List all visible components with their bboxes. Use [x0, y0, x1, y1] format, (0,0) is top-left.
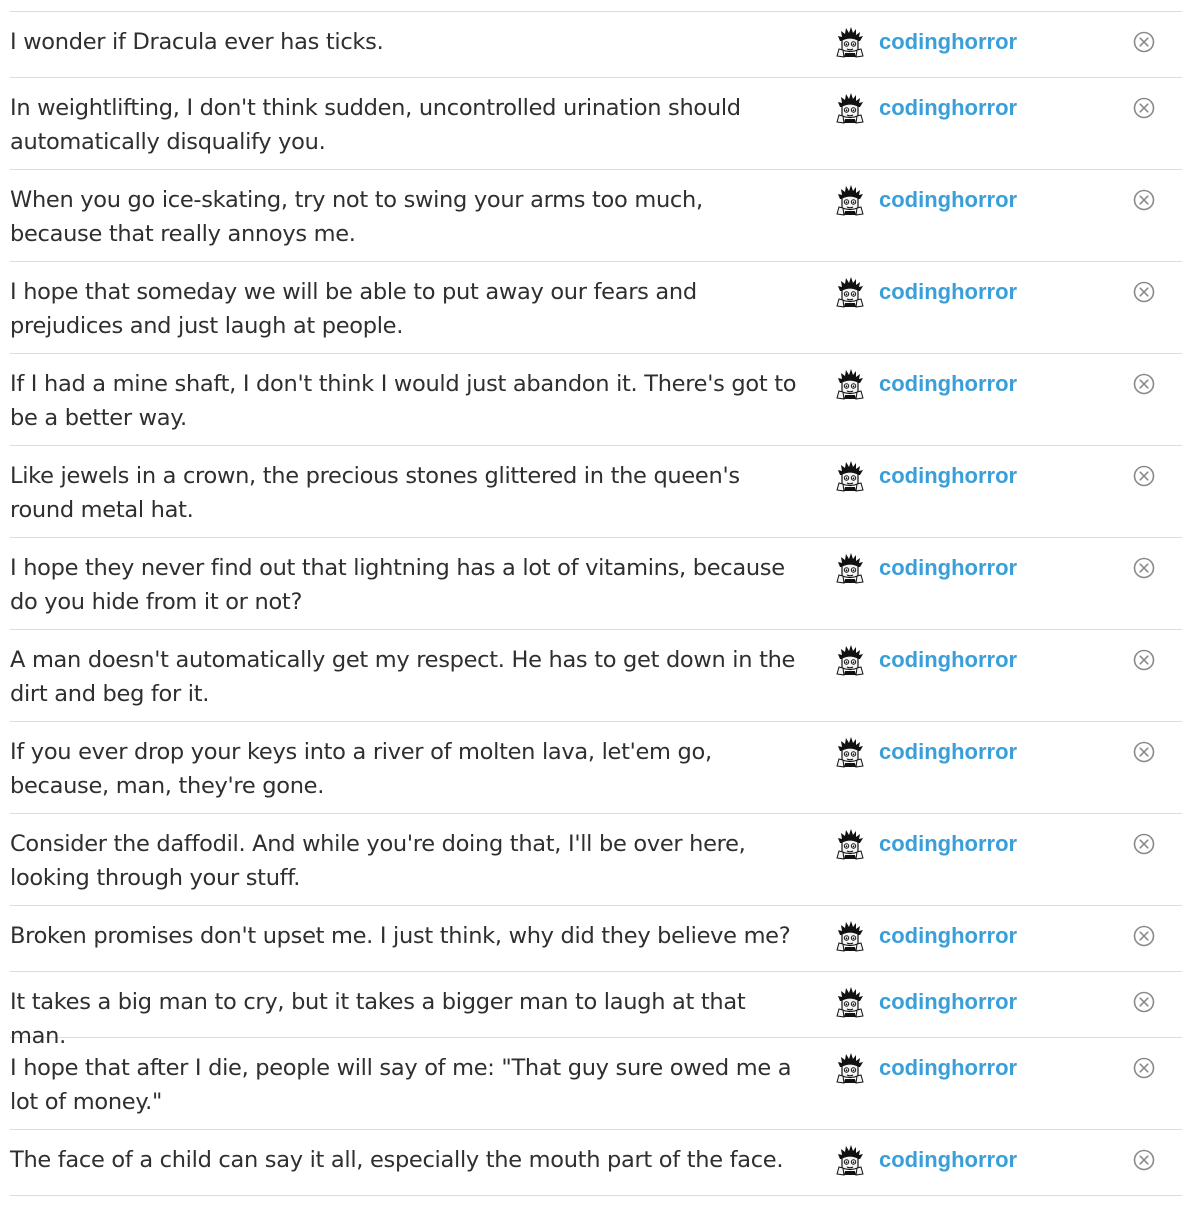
list-item: If you ever drop your keys into a river … [10, 722, 1182, 814]
user-link[interactable]: codinghorror [834, 184, 1017, 216]
username[interactable]: codinghorror [879, 371, 1017, 397]
username[interactable]: codinghorror [879, 555, 1017, 581]
quote-text: I hope they never find out that lightnin… [10, 555, 785, 615]
avatar-icon [834, 552, 866, 584]
user-link[interactable]: codinghorror [834, 276, 1017, 308]
remove-icon[interactable] [1132, 740, 1156, 764]
avatar-icon [834, 828, 866, 860]
remove-icon[interactable] [1132, 464, 1156, 488]
remove-icon[interactable] [1132, 372, 1156, 396]
avatar-icon [834, 920, 866, 952]
avatar-icon [834, 184, 866, 216]
list-item: A man doesn't automatically get my respe… [10, 630, 1182, 722]
quote-text: Broken promises don't upset me. I just t… [10, 923, 791, 949]
quote-list: I wonder if Dracula ever has ticks. codi… [10, 11, 1182, 1196]
user-link[interactable]: codinghorror [834, 368, 1017, 400]
remove-icon[interactable] [1132, 1056, 1156, 1080]
username[interactable]: codinghorror [879, 463, 1017, 489]
remove-icon[interactable] [1132, 648, 1156, 672]
remove-icon[interactable] [1132, 1148, 1156, 1172]
avatar-icon [834, 1144, 866, 1176]
avatar-icon [834, 460, 866, 492]
user-link[interactable]: codinghorror [834, 986, 1017, 1018]
remove-icon[interactable] [1132, 96, 1156, 120]
list-item: It takes a big man to cry, but it takes … [10, 972, 1182, 1049]
quote-text: If you ever drop your keys into a river … [10, 739, 712, 799]
quote-text: I wonder if Dracula ever has ticks. [10, 29, 384, 55]
quote-text: Like jewels in a crown, the precious sto… [10, 463, 740, 523]
user-link[interactable]: codinghorror [834, 644, 1017, 676]
user-link[interactable]: codinghorror [834, 552, 1017, 584]
username[interactable]: codinghorror [879, 923, 1017, 949]
quote-text: I hope that after I die, people will say… [10, 1055, 792, 1115]
user-link[interactable]: codinghorror [834, 460, 1017, 492]
quote-text: The face of a child can say it all, espe… [10, 1147, 784, 1173]
list-item: I hope that someday we will be able to p… [10, 262, 1182, 354]
remove-icon[interactable] [1132, 280, 1156, 304]
list-item: Like jewels in a crown, the precious sto… [10, 446, 1182, 538]
username[interactable]: codinghorror [879, 647, 1017, 673]
username[interactable]: codinghorror [879, 29, 1017, 55]
avatar-icon [834, 736, 866, 768]
list-item: Consider the daffodil. And while you're … [10, 814, 1182, 906]
username[interactable]: codinghorror [879, 739, 1017, 765]
user-link[interactable]: codinghorror [834, 92, 1017, 124]
list-item: When you go ice-skating, try not to swin… [10, 170, 1182, 262]
quote-text: A man doesn't automatically get my respe… [10, 647, 796, 707]
remove-icon[interactable] [1132, 924, 1156, 948]
remove-icon[interactable] [1132, 832, 1156, 856]
avatar-icon [834, 368, 866, 400]
list-item: Broken promises don't upset me. I just t… [10, 906, 1182, 972]
list-item: I hope they never find out that lightnin… [10, 538, 1182, 630]
list-item: I hope that after I die, people will say… [10, 1038, 1182, 1130]
username[interactable]: codinghorror [879, 95, 1017, 121]
username[interactable]: codinghorror [879, 1055, 1017, 1081]
avatar-icon [834, 92, 866, 124]
user-link[interactable]: codinghorror [834, 828, 1017, 860]
quote-text: In weightlifting, I don't think sudden, … [10, 95, 741, 155]
username[interactable]: codinghorror [879, 1147, 1017, 1173]
avatar-icon [834, 276, 866, 308]
quote-text: Consider the daffodil. And while you're … [10, 831, 746, 891]
user-link[interactable]: codinghorror [834, 1052, 1017, 1084]
avatar-icon [834, 1052, 866, 1084]
username[interactable]: codinghorror [879, 831, 1017, 857]
list-item: In weightlifting, I don't think sudden, … [10, 78, 1182, 170]
username[interactable]: codinghorror [879, 187, 1017, 213]
remove-icon[interactable] [1132, 188, 1156, 212]
remove-icon[interactable] [1132, 556, 1156, 580]
quote-text: If I had a mine shaft, I don't think I w… [10, 371, 797, 431]
user-link[interactable]: codinghorror [834, 920, 1017, 952]
remove-icon[interactable] [1132, 30, 1156, 54]
user-link[interactable]: codinghorror [834, 736, 1017, 768]
remove-icon[interactable] [1132, 990, 1156, 1014]
list-item: I wonder if Dracula ever has ticks. codi… [10, 12, 1182, 78]
list-item: The face of a child can say it all, espe… [10, 1130, 1182, 1196]
username[interactable]: codinghorror [879, 279, 1017, 305]
quote-text: I hope that someday we will be able to p… [10, 279, 697, 339]
quote-text: When you go ice-skating, try not to swin… [10, 187, 703, 247]
list-item: If I had a mine shaft, I don't think I w… [10, 354, 1182, 446]
avatar-icon [834, 644, 866, 676]
user-link[interactable]: codinghorror [834, 1144, 1017, 1176]
username[interactable]: codinghorror [879, 989, 1017, 1015]
avatar-icon [834, 26, 866, 58]
avatar-icon [834, 986, 866, 1018]
user-link[interactable]: codinghorror [834, 26, 1017, 58]
